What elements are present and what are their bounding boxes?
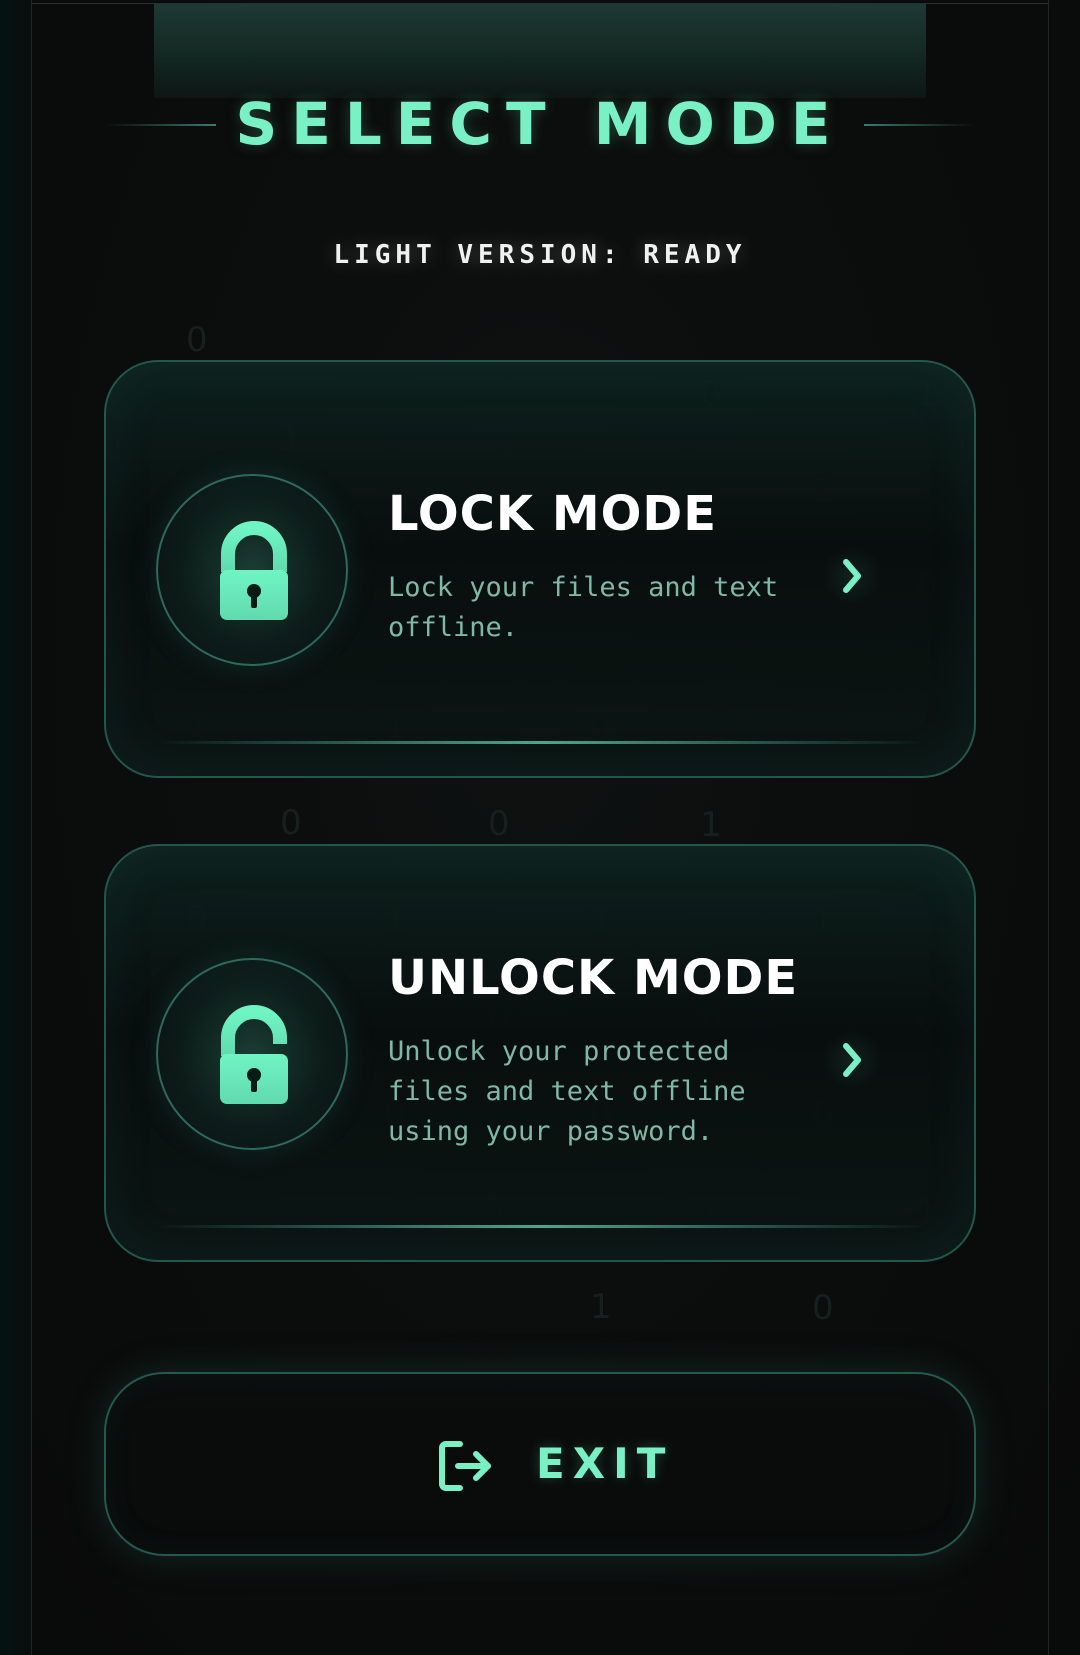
app-screen: 01101001011010010101101010010110 SELECT … <box>0 0 1080 1655</box>
exit-icon <box>439 1441 491 1491</box>
lock-mode-chevron[interactable] <box>822 546 882 606</box>
background-digit: 0 <box>186 320 208 360</box>
version-status: LIGHT VERSION: READY <box>333 240 747 270</box>
unlock-mode-card[interactable]: UNLOCK MODE Unlock your protected files … <box>104 844 976 1262</box>
lock-closed-icon <box>220 521 288 620</box>
page-title: SELECT MODE <box>235 90 845 158</box>
lock-mode-description: Lock your files and text offline. <box>388 572 779 643</box>
title-divider-left <box>106 124 216 126</box>
background-digit: 1 <box>700 805 722 845</box>
unlock-icon-ring <box>156 958 348 1150</box>
background-digit: 1 <box>590 1287 612 1327</box>
unlock-mode-chevron[interactable] <box>822 1030 882 1090</box>
lock-icon-ring <box>156 474 348 666</box>
background-digit: 0 <box>812 1288 834 1328</box>
lock-mode-card[interactable]: LOCK MODE Lock your files and text offli… <box>104 360 976 778</box>
unlock-mode-description: Unlock your protected files and text off… <box>388 1036 746 1147</box>
lock-mode-title: LOCK MODE <box>388 486 718 542</box>
exit-button[interactable]: EXIT <box>104 1372 976 1556</box>
unlock-mode-title: UNLOCK MODE <box>388 950 799 1006</box>
title-divider-right <box>864 124 974 126</box>
unlock-card-underline <box>156 1225 926 1228</box>
background-digit: 0 <box>280 803 302 843</box>
header: SELECT MODE <box>0 86 1080 166</box>
background-digit: 0 <box>488 804 510 844</box>
exit-label: EXIT <box>536 1439 674 1488</box>
chevron-right-icon <box>843 1043 861 1077</box>
lock-open-icon <box>220 1005 288 1104</box>
lock-card-underline <box>156 741 926 744</box>
chevron-right-icon <box>843 559 861 593</box>
